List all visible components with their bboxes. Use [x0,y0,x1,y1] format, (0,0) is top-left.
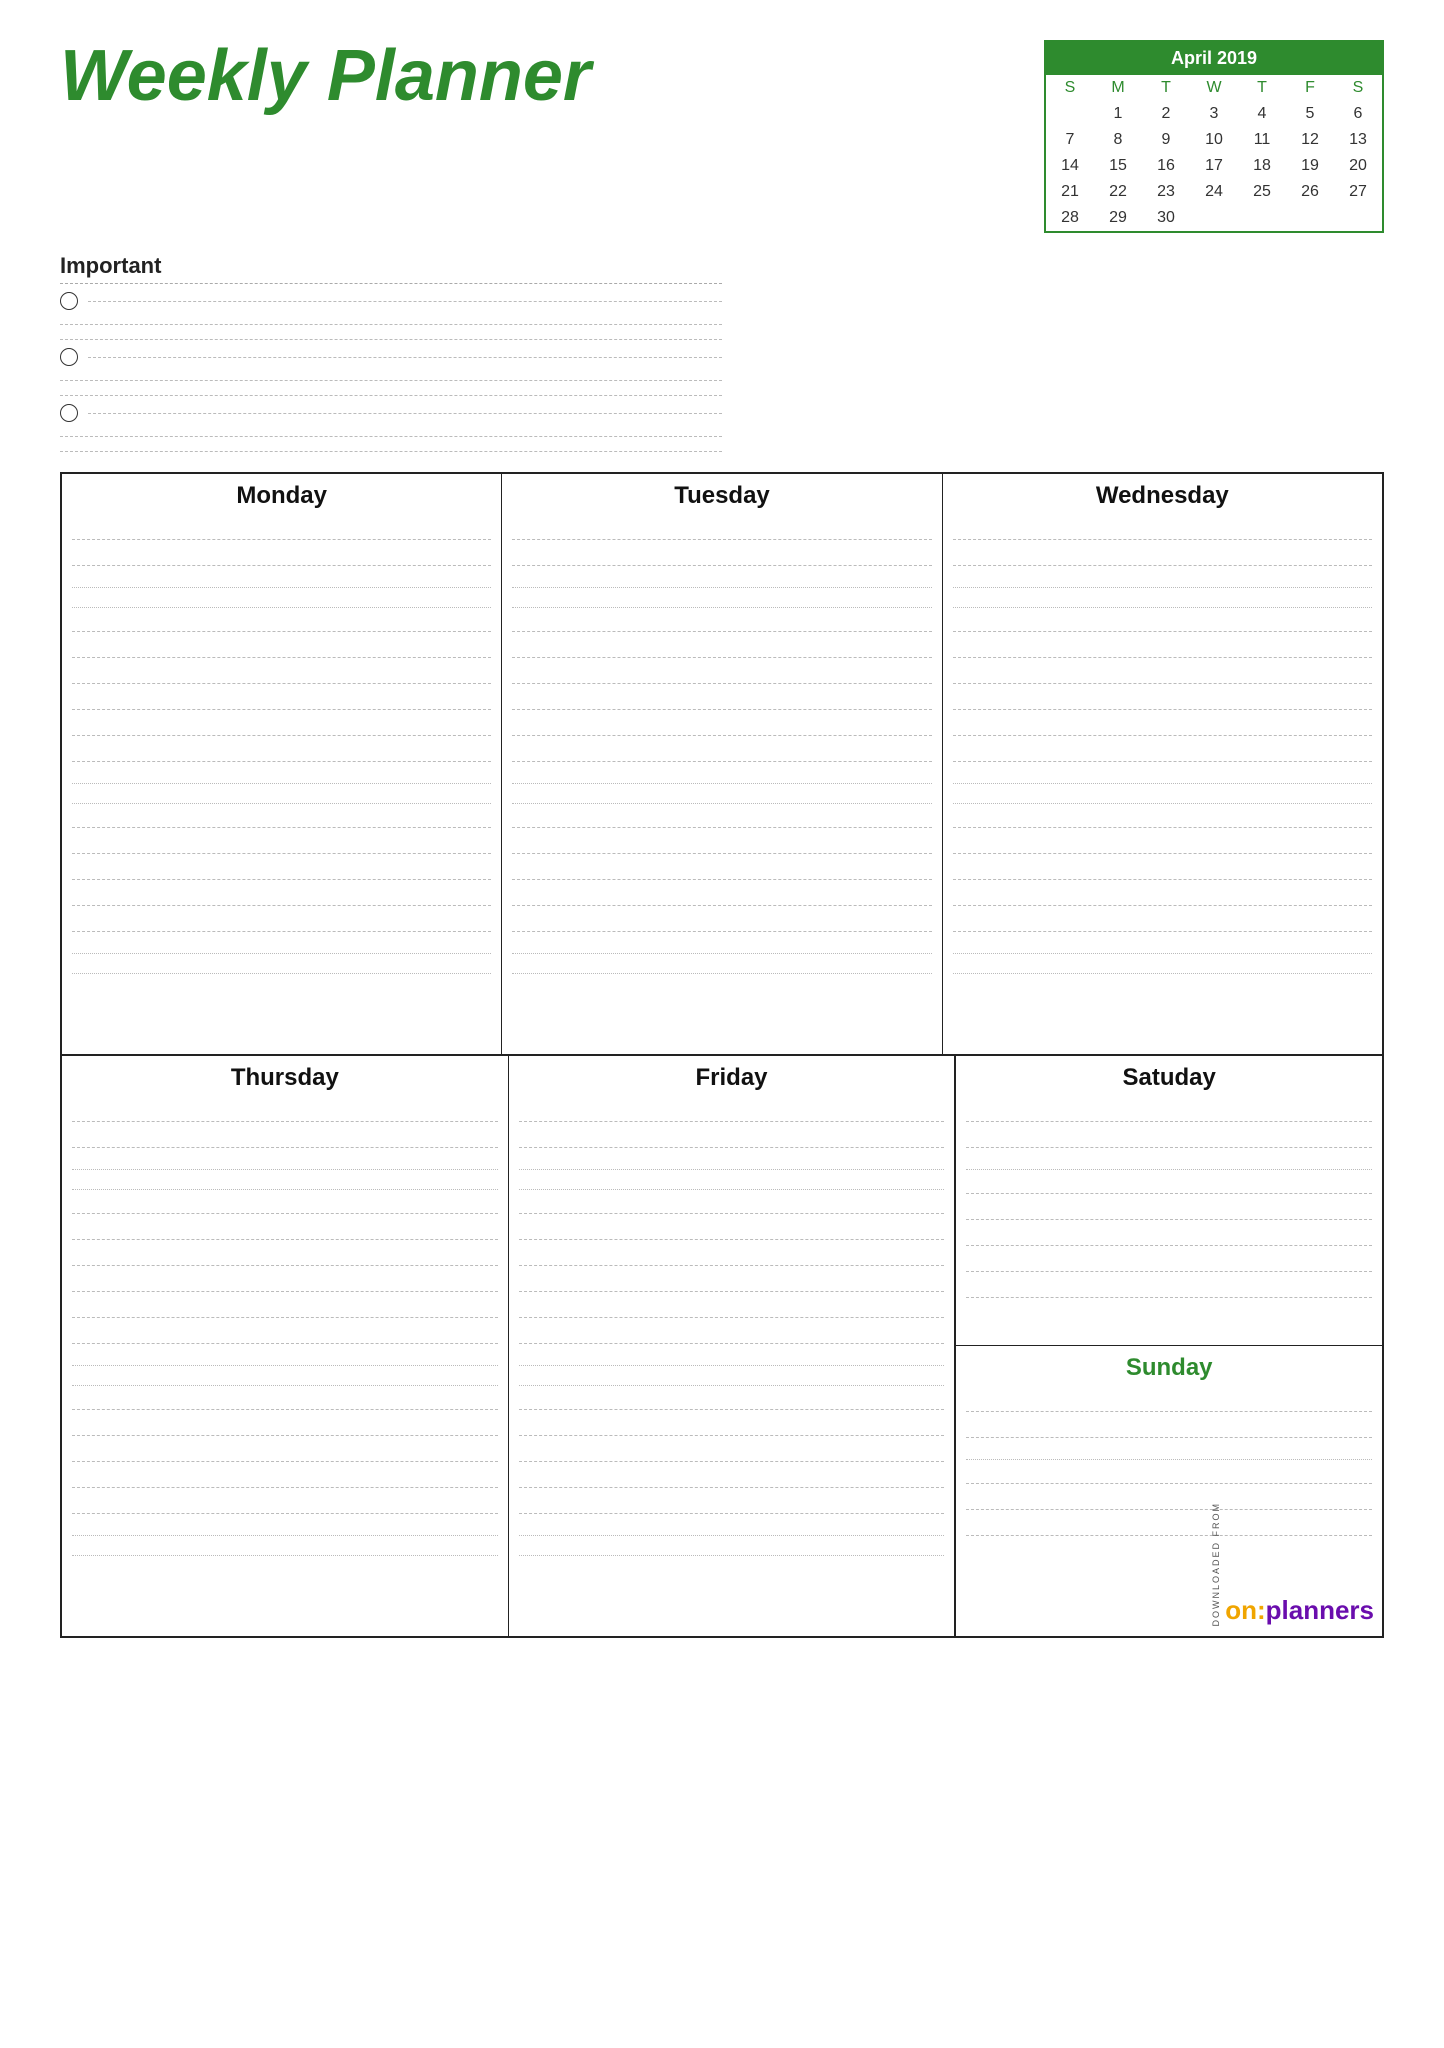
thursday-cell: Thursday [62,1056,509,1636]
circle-icon-1 [60,292,78,310]
calendar-day: 30 [1142,205,1190,231]
saturday-lines [966,1102,1372,1298]
downloaded-from-text: DOWNLOADED FROM [1211,1502,1221,1627]
important-item-1 [60,292,722,325]
calendar-week-row: 78910111213 [1046,127,1382,153]
calendar-day: 20 [1334,153,1382,179]
page-header: Weekly Planner April 2019 S M T W T F S … [60,40,1384,233]
calendar-day: 28 [1046,205,1094,231]
calendar-day [1046,101,1094,127]
calendar-day: 1 [1094,101,1142,127]
calendar-day: 5 [1286,101,1334,127]
circle-icon-3 [60,404,78,422]
calendar-day [1334,205,1382,231]
cal-header-s2: S [1334,75,1382,101]
brand-name: on: planners [1225,1595,1374,1626]
calendar-day: 12 [1286,127,1334,153]
important-line-2 [60,391,722,396]
tuesday-cell: Tuesday [502,474,942,1054]
brand-watermark: DOWNLOADED FROM on: planners [1211,1502,1374,1627]
calendar-day: 27 [1334,179,1382,205]
calendar-month-year: April 2019 [1046,42,1382,75]
calendar-day: 23 [1142,179,1190,205]
calendar-day: 7 [1046,127,1094,153]
mini-calendar: April 2019 S M T W T F S 123456789101112… [1044,40,1384,233]
cal-header-w: W [1190,75,1238,101]
weekly-grid: Monday [60,472,1384,1638]
friday-cell: Friday [509,1056,956,1636]
important-item-3 [60,404,722,437]
calendar-day: 18 [1238,153,1286,179]
calendar-table: S M T W T F S 12345678910111213141516171… [1046,75,1382,231]
calendar-body: 1234567891011121314151617181920212223242… [1046,101,1382,231]
calendar-day: 10 [1190,127,1238,153]
calendar-day: 17 [1190,153,1238,179]
calendar-week-row: 14151617181920 [1046,153,1382,179]
tuesday-label: Tuesday [512,482,931,510]
calendar-day [1286,205,1334,231]
monday-lines [72,520,491,974]
cal-header-s1: S [1046,75,1094,101]
sunday-cell: Sunday DOWNLOADED FROM on: planne [956,1346,1382,1636]
calendar-day [1190,205,1238,231]
calendar-day: 11 [1238,127,1286,153]
calendar-day: 15 [1094,153,1142,179]
friday-label: Friday [519,1064,945,1092]
friday-lines [519,1102,945,1556]
calendar-day: 3 [1190,101,1238,127]
cal-header-m: M [1094,75,1142,101]
calendar-day [1238,205,1286,231]
sunday-label: Sunday [966,1354,1372,1382]
brand-planners: planners [1266,1595,1374,1626]
important-label: Important [60,253,722,284]
monday-cell: Monday [62,474,502,1054]
calendar-day: 22 [1094,179,1142,205]
bottom-row: Thursday [62,1056,1382,1636]
calendar-day: 8 [1094,127,1142,153]
saturday-cell: Satuday [956,1056,1382,1346]
calendar-day: 6 [1334,101,1382,127]
calendar-day: 26 [1286,179,1334,205]
important-line-3 [60,447,722,452]
calendar-week-row: 21222324252627 [1046,179,1382,205]
calendar-day: 14 [1046,153,1094,179]
cal-header-t2: T [1238,75,1286,101]
wednesday-label: Wednesday [953,482,1372,510]
circle-icon-2 [60,348,78,366]
calendar-day: 4 [1238,101,1286,127]
calendar-day: 24 [1190,179,1238,205]
wednesday-lines [953,520,1372,974]
important-line-1 [60,335,722,340]
saturday-sunday-cell: Satuday Sunday [955,1056,1382,1636]
calendar-day: 2 [1142,101,1190,127]
cal-header-f: F [1286,75,1334,101]
calendar-day: 21 [1046,179,1094,205]
saturday-label: Satuday [966,1064,1372,1092]
tuesday-lines [512,520,931,974]
calendar-day: 13 [1334,127,1382,153]
calendar-day: 25 [1238,179,1286,205]
cal-header-t1: T [1142,75,1190,101]
monday-label: Monday [72,482,491,510]
calendar-week-row: 123456 [1046,101,1382,127]
thursday-label: Thursday [72,1064,498,1092]
calendar-week-row: 282930 [1046,205,1382,231]
wednesday-cell: Wednesday [943,474,1382,1054]
calendar-days-header: S M T W T F S [1046,75,1382,101]
important-section: Important [60,253,722,452]
calendar-day: 9 [1142,127,1190,153]
calendar-day: 16 [1142,153,1190,179]
thursday-lines [72,1102,498,1556]
calendar-day: 29 [1094,205,1142,231]
page-title: Weekly Planner [60,40,591,112]
calendar-day: 19 [1286,153,1334,179]
important-item-2 [60,348,722,381]
top-row: Monday [62,474,1382,1056]
brand-on: on: [1225,1595,1265,1626]
